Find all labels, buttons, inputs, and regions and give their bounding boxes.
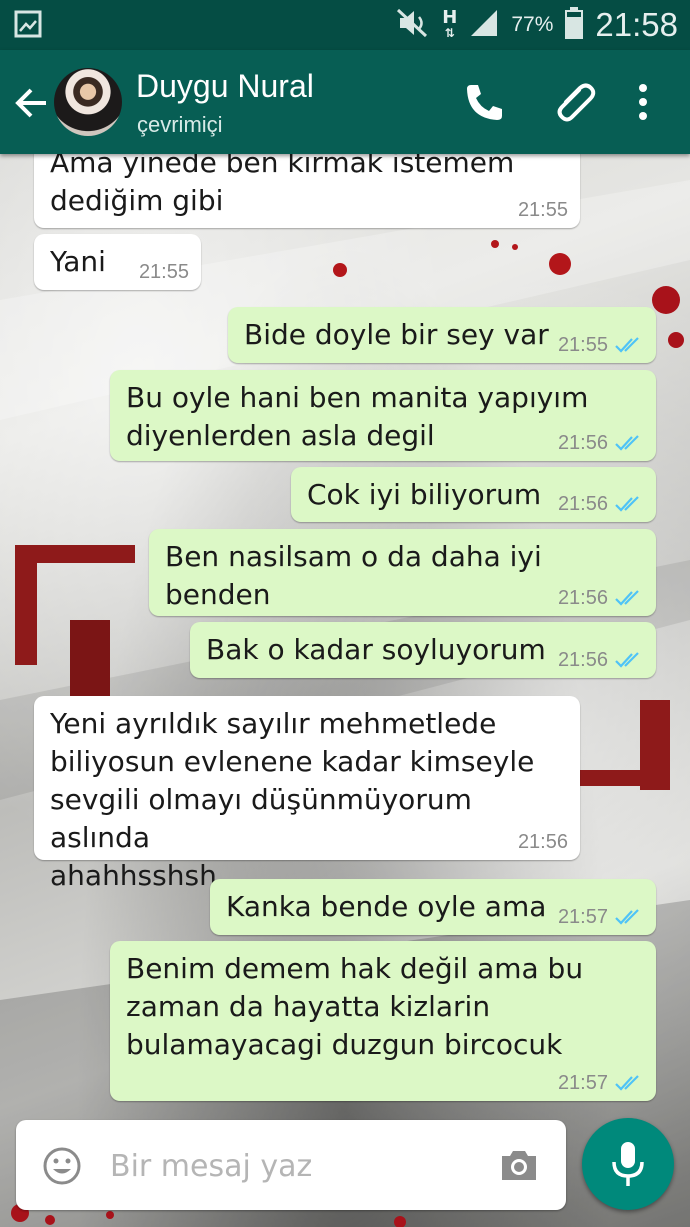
battery-icon — [565, 7, 584, 43]
chat-header: Duygu Nural çevrimiçi — [0, 50, 690, 154]
camera-button[interactable] — [498, 1146, 540, 1184]
message-text: Ben nasilsam o da daha iyi benden — [165, 540, 542, 611]
gallery-icon — [14, 10, 42, 38]
contact-status: çevrimiçi — [137, 112, 223, 137]
message-bubble-outgoing[interactable]: Cok iyi biliyorum 21:56 — [291, 467, 656, 522]
message-text: Bide doyle bir sey var — [244, 318, 549, 351]
back-arrow-icon — [15, 88, 46, 118]
message-time: 21:56 — [557, 649, 608, 671]
message-bubble-incoming[interactable]: Yani 21:55 — [34, 234, 201, 290]
message-bubble-outgoing[interactable]: Benim demem hak değil ama bu zaman da ha… — [110, 941, 656, 1101]
message-bubble-outgoing[interactable]: Ben nasilsam o da daha iyi benden 21:56 — [149, 529, 656, 616]
message-text: Benim demem hak değil ama bu zaman da ha… — [126, 952, 584, 1061]
message-bubble-outgoing[interactable]: Bide doyle bir sey var 21:55 — [228, 307, 656, 363]
message-time: 21:56 — [557, 493, 608, 515]
message-time: 21:56 — [557, 587, 608, 609]
voice-call-button[interactable] — [462, 80, 506, 124]
message-text: Bak o kadar soyluyorum — [206, 633, 546, 666]
message-text: Ama yinede ben kırmak istemem dediğim gi… — [50, 146, 515, 217]
phone-icon — [467, 85, 502, 120]
read-ticks-icon — [615, 652, 639, 668]
clock: 21:58 — [595, 6, 678, 43]
emoji-button[interactable] — [42, 1146, 82, 1186]
network-h-icon: H ⇅ — [442, 6, 458, 40]
message-bubble-outgoing[interactable]: Bak o kadar soyluyorum 21:56 — [190, 622, 656, 678]
message-input[interactable] — [108, 1140, 492, 1192]
contact-name[interactable]: Duygu Nural — [136, 68, 314, 105]
voice-record-button[interactable] — [582, 1118, 674, 1210]
message-time: 21:56 — [517, 831, 568, 853]
back-button[interactable] — [10, 82, 52, 124]
message-bubble-incoming[interactable]: Yeni ayrıldık sayılır mehmetlede biliyos… — [34, 696, 580, 892]
message-text: Kanka bende oyle ama — [226, 890, 547, 923]
read-ticks-icon — [615, 1075, 639, 1091]
avatar[interactable] — [54, 68, 122, 136]
signal-icon — [469, 8, 499, 42]
message-time: 21:56 — [557, 432, 608, 454]
read-ticks-icon — [615, 435, 639, 451]
message-text: Yani — [50, 245, 106, 278]
read-ticks-icon — [615, 909, 639, 925]
message-time: 21:57 — [557, 1072, 608, 1094]
message-time: 21:55 — [557, 334, 608, 356]
emoji-icon — [43, 1147, 81, 1185]
message-time: 21:57 — [557, 906, 608, 928]
message-time: 21:55 — [517, 199, 568, 221]
read-ticks-icon — [615, 337, 639, 353]
battery-percent: 77% — [511, 13, 554, 36]
message-text: Bu oyle hani ben manita yapıyım diyenler… — [126, 381, 589, 452]
message-text: Cok iyi biliyorum — [307, 478, 542, 511]
message-time: 21:55 — [138, 261, 189, 283]
message-composer — [16, 1120, 566, 1210]
more-options-button[interactable] — [628, 80, 658, 124]
attach-button[interactable] — [552, 78, 598, 124]
camera-icon — [502, 1151, 536, 1180]
network-type-label: H — [442, 6, 458, 28]
read-ticks-icon — [615, 590, 639, 606]
message-bubble-outgoing[interactable]: Kanka bende oyle ama 21:57 — [210, 879, 656, 935]
mute-icon — [396, 8, 430, 42]
message-bubble-outgoing[interactable]: Bu oyle hani ben manita yapıyım diyenler… — [110, 370, 656, 461]
status-bar: H ⇅ 77% 21:58 — [0, 0, 690, 50]
microphone-icon — [612, 1142, 644, 1186]
paperclip-icon — [557, 83, 596, 122]
read-ticks-icon — [615, 496, 639, 512]
more-vert-icon — [639, 84, 647, 120]
